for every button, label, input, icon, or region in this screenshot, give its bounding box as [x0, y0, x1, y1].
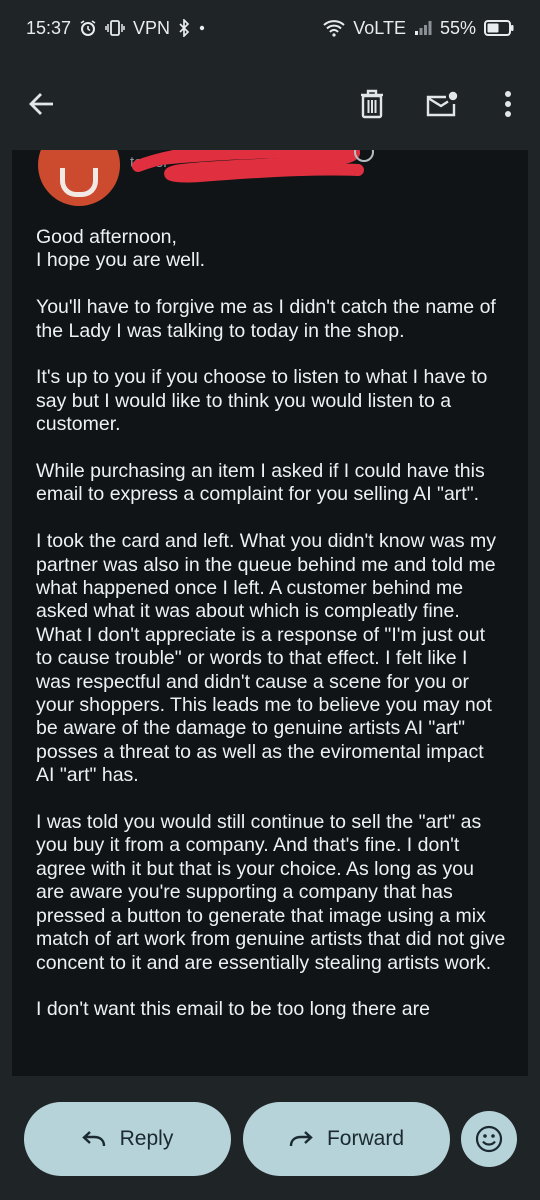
- alarm-icon: [79, 19, 97, 37]
- signal-icon: [414, 20, 432, 36]
- status-right: VoLTE 55%: [323, 18, 514, 39]
- reply-arrow-icon: [81, 1130, 106, 1148]
- vibrate-icon: [105, 20, 125, 36]
- status-left: 15:37 VPN: [26, 18, 206, 39]
- battery-icon: [484, 20, 514, 36]
- forward-arrow-icon: [289, 1130, 313, 1148]
- delete-button[interactable]: [348, 80, 396, 128]
- forward-button[interactable]: Forward: [243, 1102, 450, 1176]
- email-paragraph: I was told you would still continue to s…: [36, 811, 506, 974]
- email-paragraph: You'll have to forgive me as I didn't ca…: [36, 296, 496, 342]
- email-body-text: Good afternoon, I hope you are well. You…: [36, 226, 506, 1022]
- email-body-panel: to dei Good afternoon, I hope you are we…: [12, 150, 528, 1076]
- reply-label: Reply: [119, 1127, 174, 1150]
- redaction-scribble: [132, 150, 364, 183]
- emoji-reaction-button[interactable]: [461, 1111, 517, 1167]
- wifi-icon: [323, 19, 345, 37]
- toolbar: [0, 56, 540, 152]
- email-paragraph: I took the card and left. What you didn'…: [36, 530, 497, 787]
- clock: 15:37: [26, 17, 72, 38]
- volte-indicator: VoLTE: [353, 17, 406, 38]
- trash-icon: [359, 89, 385, 119]
- back-button[interactable]: [18, 80, 66, 128]
- mark-unread-button[interactable]: [418, 80, 466, 128]
- arrow-left-icon: [28, 90, 56, 118]
- email-paragraph-truncated: I don't want this email to be too long t…: [36, 998, 430, 1021]
- email-paragraph: While purchasing an item I asked if I co…: [36, 460, 485, 506]
- vpn-indicator: VPN: [133, 17, 171, 38]
- battery-percent: 55%: [439, 17, 476, 38]
- bottom-action-bar: Reply Forward: [0, 1076, 540, 1200]
- reply-button[interactable]: Reply: [24, 1102, 231, 1176]
- sender-avatar[interactable]: [38, 150, 120, 206]
- mail-dot-icon: [426, 90, 458, 118]
- email-paragraph: It's up to you if you choose to listen t…: [36, 366, 488, 436]
- emoji-smile-icon: [475, 1125, 503, 1153]
- status-bar: 15:37 VPN VoLTE 55%: [0, 0, 540, 56]
- more-options-button[interactable]: [484, 80, 532, 128]
- avatar-letter-glyph: [60, 167, 98, 197]
- more-vertical-icon: [504, 90, 512, 118]
- bluetooth-icon: [178, 19, 190, 37]
- email-paragraph: Good afternoon, I hope you are well.: [36, 226, 206, 272]
- forward-label: Forward: [326, 1127, 405, 1150]
- notification-dot-icon: [198, 24, 206, 32]
